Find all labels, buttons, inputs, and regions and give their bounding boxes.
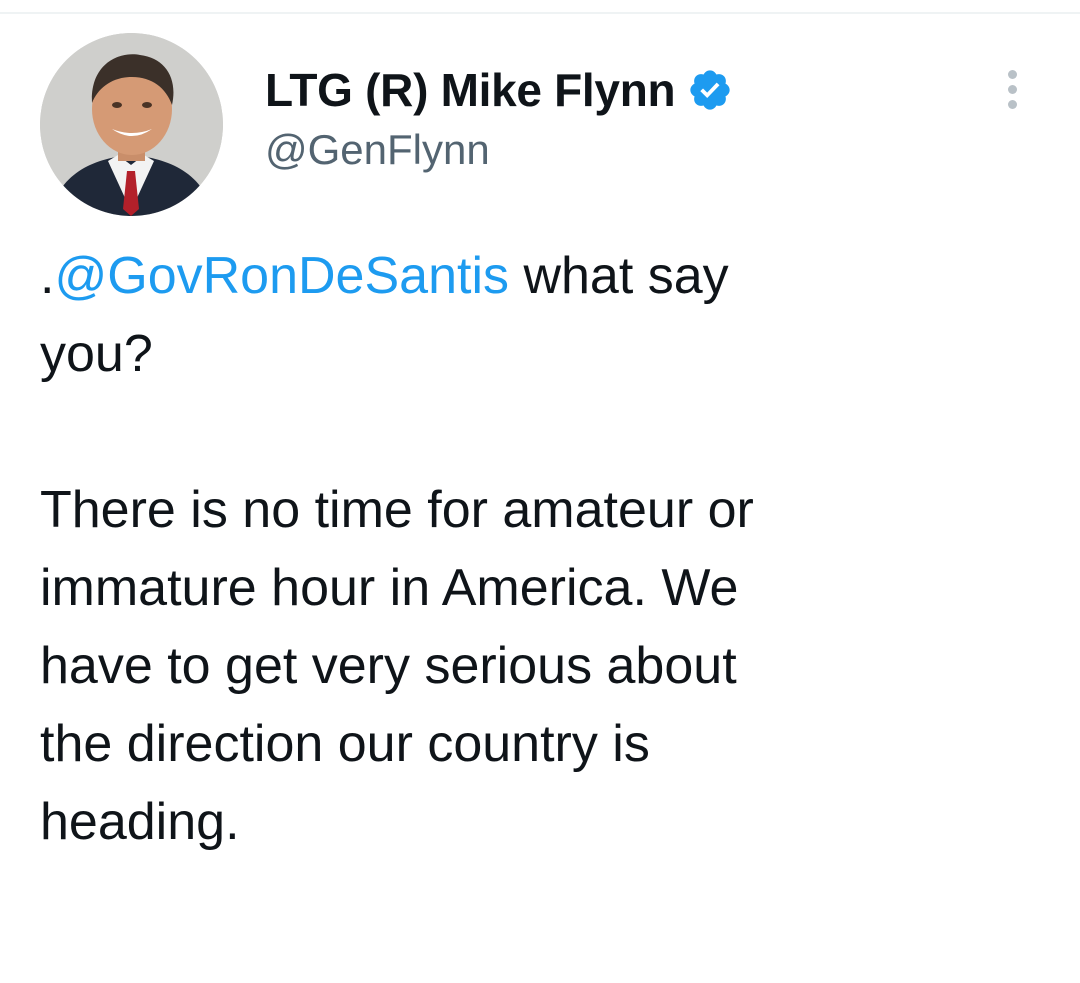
top-divider <box>0 12 1080 14</box>
tweet-line: .@GovRonDeSantis what say <box>40 237 1040 315</box>
author-handle[interactable]: @GenFlynn <box>265 126 490 174</box>
tweet-line: There is no time for amateur or <box>40 481 754 539</box>
author-name-row: LTG (R) Mike Flynn <box>265 58 733 122</box>
author-display-name[interactable]: LTG (R) Mike Flynn <box>265 63 676 117</box>
tweet-text: .@GovRonDeSantis what say you? There is … <box>40 237 1040 861</box>
avatar-photo <box>40 33 223 216</box>
tweet-line: immature hour in America. We <box>40 559 739 617</box>
more-dot <box>1007 69 1017 79</box>
tweet-line: the direction our country is <box>40 715 650 773</box>
tweet-line: you? <box>40 325 153 383</box>
tweet-line: have to get very serious about <box>40 637 737 695</box>
verified-badge-icon <box>687 67 733 113</box>
tweet-line-text: what say <box>509 247 729 305</box>
more-dot <box>1007 84 1017 94</box>
mention-link[interactable]: @GovRonDeSantis <box>54 247 509 305</box>
avatar[interactable] <box>40 33 223 216</box>
more-dot <box>1007 99 1017 109</box>
mention-prefix: . <box>40 247 55 305</box>
more-options-icon[interactable] <box>994 60 1030 118</box>
tweet-line: heading. <box>40 793 240 851</box>
